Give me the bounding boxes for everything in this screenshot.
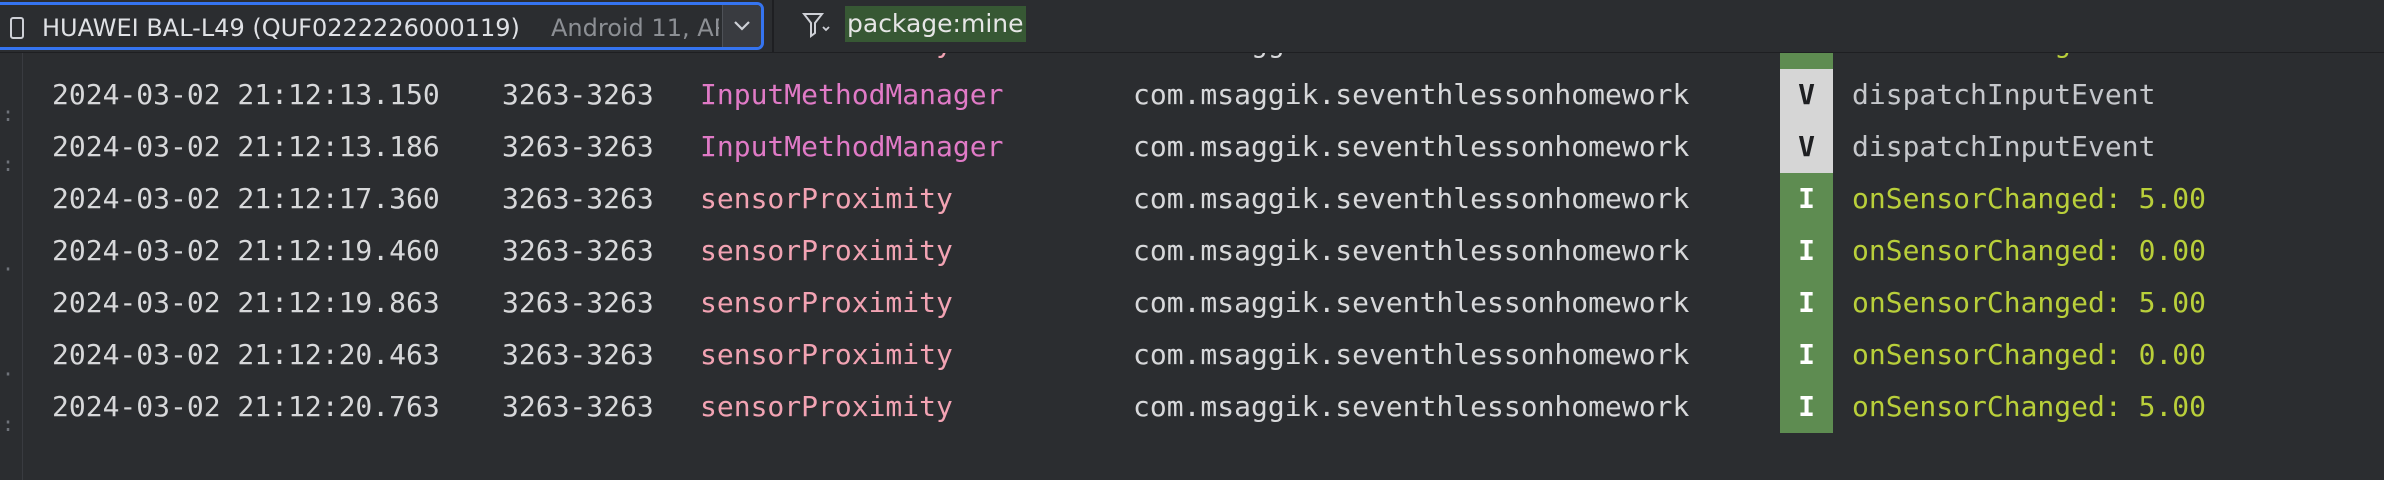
log-level-badge: V xyxy=(1780,69,1833,121)
log-level-badge: I xyxy=(1780,173,1833,225)
log-message: dispatchInputEvent xyxy=(1852,78,2156,111)
log-level-badge: V xyxy=(1780,121,1833,173)
log-timestamp: 2024-03-02 21:12:17.360 xyxy=(52,182,440,215)
log-tag: InputMethodManager xyxy=(700,78,1004,111)
log-row[interactable]: 2024-03-02 21:12:19.863 3263-3263 sensor… xyxy=(0,277,2384,329)
logcat-window: HUAWEI BAL-L49 (QUF0222226000119) Androi… xyxy=(0,0,2384,480)
log-message: onSensorChanged: 5.00 xyxy=(1852,390,2207,423)
log-pid: 3263-3263 xyxy=(502,53,654,69)
log-row[interactable]: 2024-03-02 21:12:20.763 3263-3263 sensor… xyxy=(0,381,2384,433)
log-message: onSensorChanged: 5.00 xyxy=(1852,182,2207,215)
log-row[interactable]: 2024-03-02 21:12:17.360 3263-3263 sensor… xyxy=(0,173,2384,225)
log-level-badge: I xyxy=(1780,329,1833,381)
log-package: com.msaggik.seventhlessonhomework xyxy=(1133,286,1690,319)
log-package: com.msaggik.seventhlessonhomework xyxy=(1133,234,1690,267)
log-tag: sensorProximity xyxy=(700,53,953,69)
log-timestamp: 2024-03-02 21:12:20.763 xyxy=(52,390,440,423)
log-level-badge: I xyxy=(1780,277,1833,329)
logcat-toolbar: HUAWEI BAL-L49 (QUF0222226000119) Androi… xyxy=(0,0,2384,53)
log-row[interactable]: 2024-03-02 21:12:13.186 3263-3263 InputM… xyxy=(0,121,2384,173)
log-timestamp: 2024-03-02 21:12:13.150 xyxy=(52,78,440,111)
log-package: com.msaggik.seventhlessonhomework xyxy=(1133,390,1690,423)
log-message: onSensorChanged: 0.00 xyxy=(1852,234,2207,267)
log-package: com.msaggik.seventhlessonhomework xyxy=(1133,338,1690,371)
log-tag: sensorProximity xyxy=(700,286,953,319)
log-row[interactable]: 2024-03-02 21:12:13.150 3263-3263 InputM… xyxy=(0,69,2384,121)
device-os-version: Android 11, AP xyxy=(551,14,719,42)
log-pid: 3263-3263 xyxy=(502,130,654,163)
device-name: HUAWEI BAL-L49 (QUF0222226000119) xyxy=(42,14,520,42)
log-tag: sensorProximity xyxy=(700,338,953,371)
log-tag: sensorProximity xyxy=(700,182,953,215)
log-pid: 3263-3263 xyxy=(502,390,654,423)
toolbar-divider xyxy=(772,0,774,52)
log-timestamp: 2024-03-02 21:12:19.863 xyxy=(52,286,440,319)
log-package: com.msaggik.seventhlessonhomework xyxy=(1133,53,1689,69)
log-pid: 3263-3263 xyxy=(502,182,654,215)
log-message: onSensorChanged: 0.00 xyxy=(1852,338,2207,371)
log-package: com.msaggik.seventhlessonhomework xyxy=(1133,182,1690,215)
log-package: com.msaggik.seventhlessonhomework xyxy=(1133,130,1690,163)
log-level-badge: I xyxy=(1780,381,1833,433)
filter-icon[interactable] xyxy=(802,11,832,39)
device-selector[interactable]: HUAWEI BAL-L49 (QUF0222226000119) Androi… xyxy=(0,2,764,50)
log-pid: 3263-3263 xyxy=(502,78,654,111)
log-row[interactable]: 2024-03-02 21:12:19.460 3263-3263 sensor… xyxy=(0,225,2384,277)
log-level-badge: I xyxy=(1780,225,1833,277)
phone-icon xyxy=(10,17,24,39)
log-package: com.msaggik.seventhlessonhomework xyxy=(1133,78,1690,111)
log-timestamp: 2024-03-02 21:12:13.186 xyxy=(52,130,440,163)
log-tag: InputMethodManager xyxy=(700,130,1004,163)
log-pid: 3263-3263 xyxy=(502,234,654,267)
log-row[interactable]: 2024-03-02 21:12:20.463 3263-3263 sensor… xyxy=(0,329,2384,381)
log-tag: sensorProximity xyxy=(700,390,953,423)
log-pid: 3263-3263 xyxy=(502,286,654,319)
log-row[interactable]: 2024-03-02 21:12:11.000 3263-3263 sensor… xyxy=(0,53,2384,69)
log-message: onSensorChanged: 5.00 xyxy=(1852,286,2207,319)
log-timestamp: 2024-03-02 21:12:19.460 xyxy=(52,234,440,267)
filter-query-input[interactable]: package:mine xyxy=(845,6,1026,42)
log-message: onSensorChanged: 0.00 xyxy=(1852,53,2206,69)
log-pid: 3263-3263 xyxy=(502,338,654,371)
chevron-down-icon xyxy=(734,21,750,31)
log-message: dispatchInputEvent xyxy=(1852,130,2156,163)
log-tag: sensorProximity xyxy=(700,234,953,267)
log-timestamp: 2024-03-02 21:12:11.000 xyxy=(52,53,440,69)
device-dropdown-button[interactable] xyxy=(722,5,761,47)
log-timestamp: 2024-03-02 21:12:20.463 xyxy=(52,338,440,371)
log-output[interactable]: : : · · : 2024-03-02 21:12:11.000 3263-3… xyxy=(0,53,2384,480)
log-level-badge: I xyxy=(1780,53,1833,69)
